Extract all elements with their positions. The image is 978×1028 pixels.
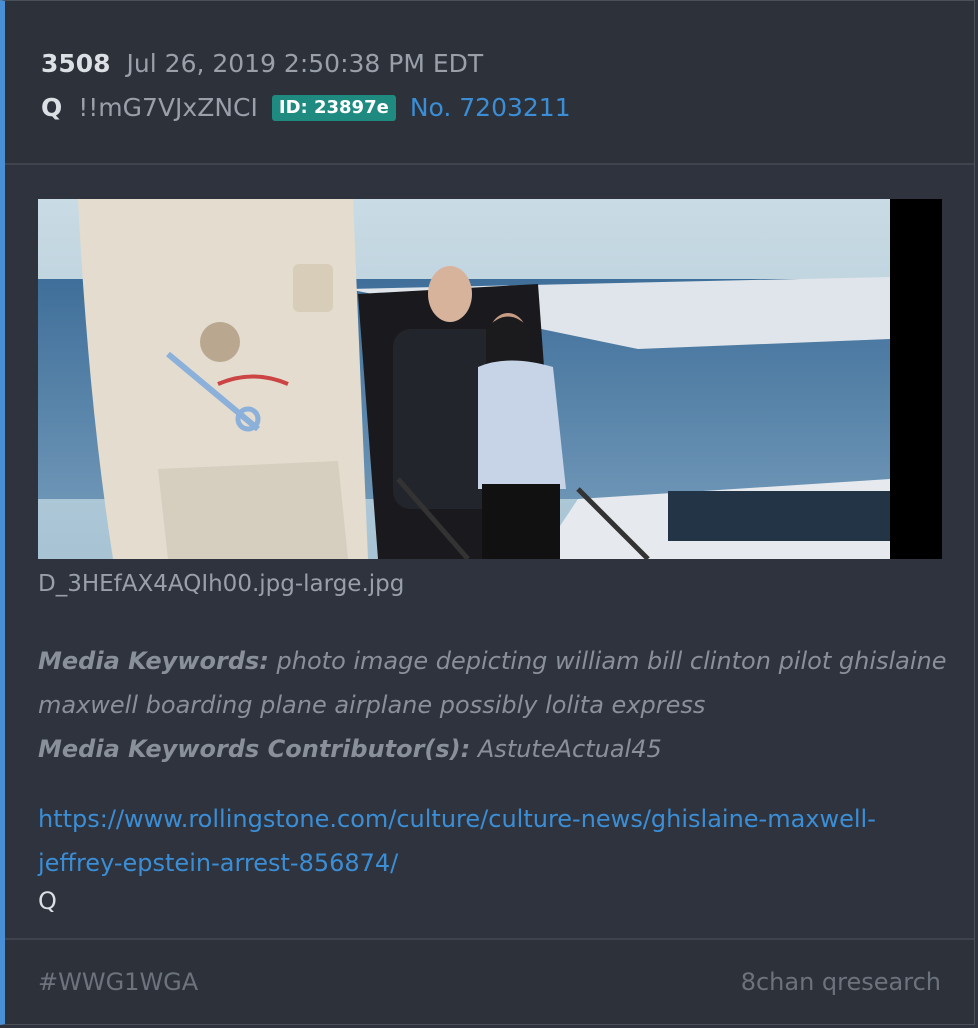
tripcode: !!mG7VJxZNCI <box>78 93 258 122</box>
post-footer: #WWG1WGA 8chan qresearch <box>5 938 974 1024</box>
post-signature: Q <box>38 887 57 915</box>
post-author-row: Q !!mG7VJxZNCI ID: 23897e No. 7203211 <box>41 93 571 122</box>
id-badge: ID: 23897e <box>271 94 396 121</box>
post-number-link[interactable]: No. 7203211 <box>410 93 571 122</box>
media-keywords: Media Keywords: photo image depicting wi… <box>38 639 948 771</box>
post-card: 3508 Jul 26, 2019 2:50:38 PM EDT Q !!mG7… <box>0 0 975 1025</box>
article-link[interactable]: https://www.rollingstone.com/culture/cul… <box>38 797 938 885</box>
keywords-label: Media Keywords: <box>38 647 269 675</box>
photo-illustration <box>38 199 942 559</box>
contributor-name: AstuteActual45 <box>477 735 662 763</box>
hashtag: #WWG1WGA <box>38 968 199 996</box>
source-label: 8chan qresearch <box>740 968 941 996</box>
post-meta-row: 3508 Jul 26, 2019 2:50:38 PM EDT <box>41 49 483 78</box>
post-date: Jul 26, 2019 2:50:38 PM EDT <box>126 49 484 78</box>
post-image[interactable] <box>38 199 942 559</box>
post-header: 3508 Jul 26, 2019 2:50:38 PM EDT Q !!mG7… <box>5 1 974 165</box>
image-filename[interactable]: D_3HEfAX4AQIh00.jpg-large.jpg <box>38 571 404 597</box>
contributor-label: Media Keywords Contributor(s): <box>38 735 471 763</box>
post-number: 3508 <box>41 49 111 78</box>
author-name: Q <box>41 93 63 122</box>
